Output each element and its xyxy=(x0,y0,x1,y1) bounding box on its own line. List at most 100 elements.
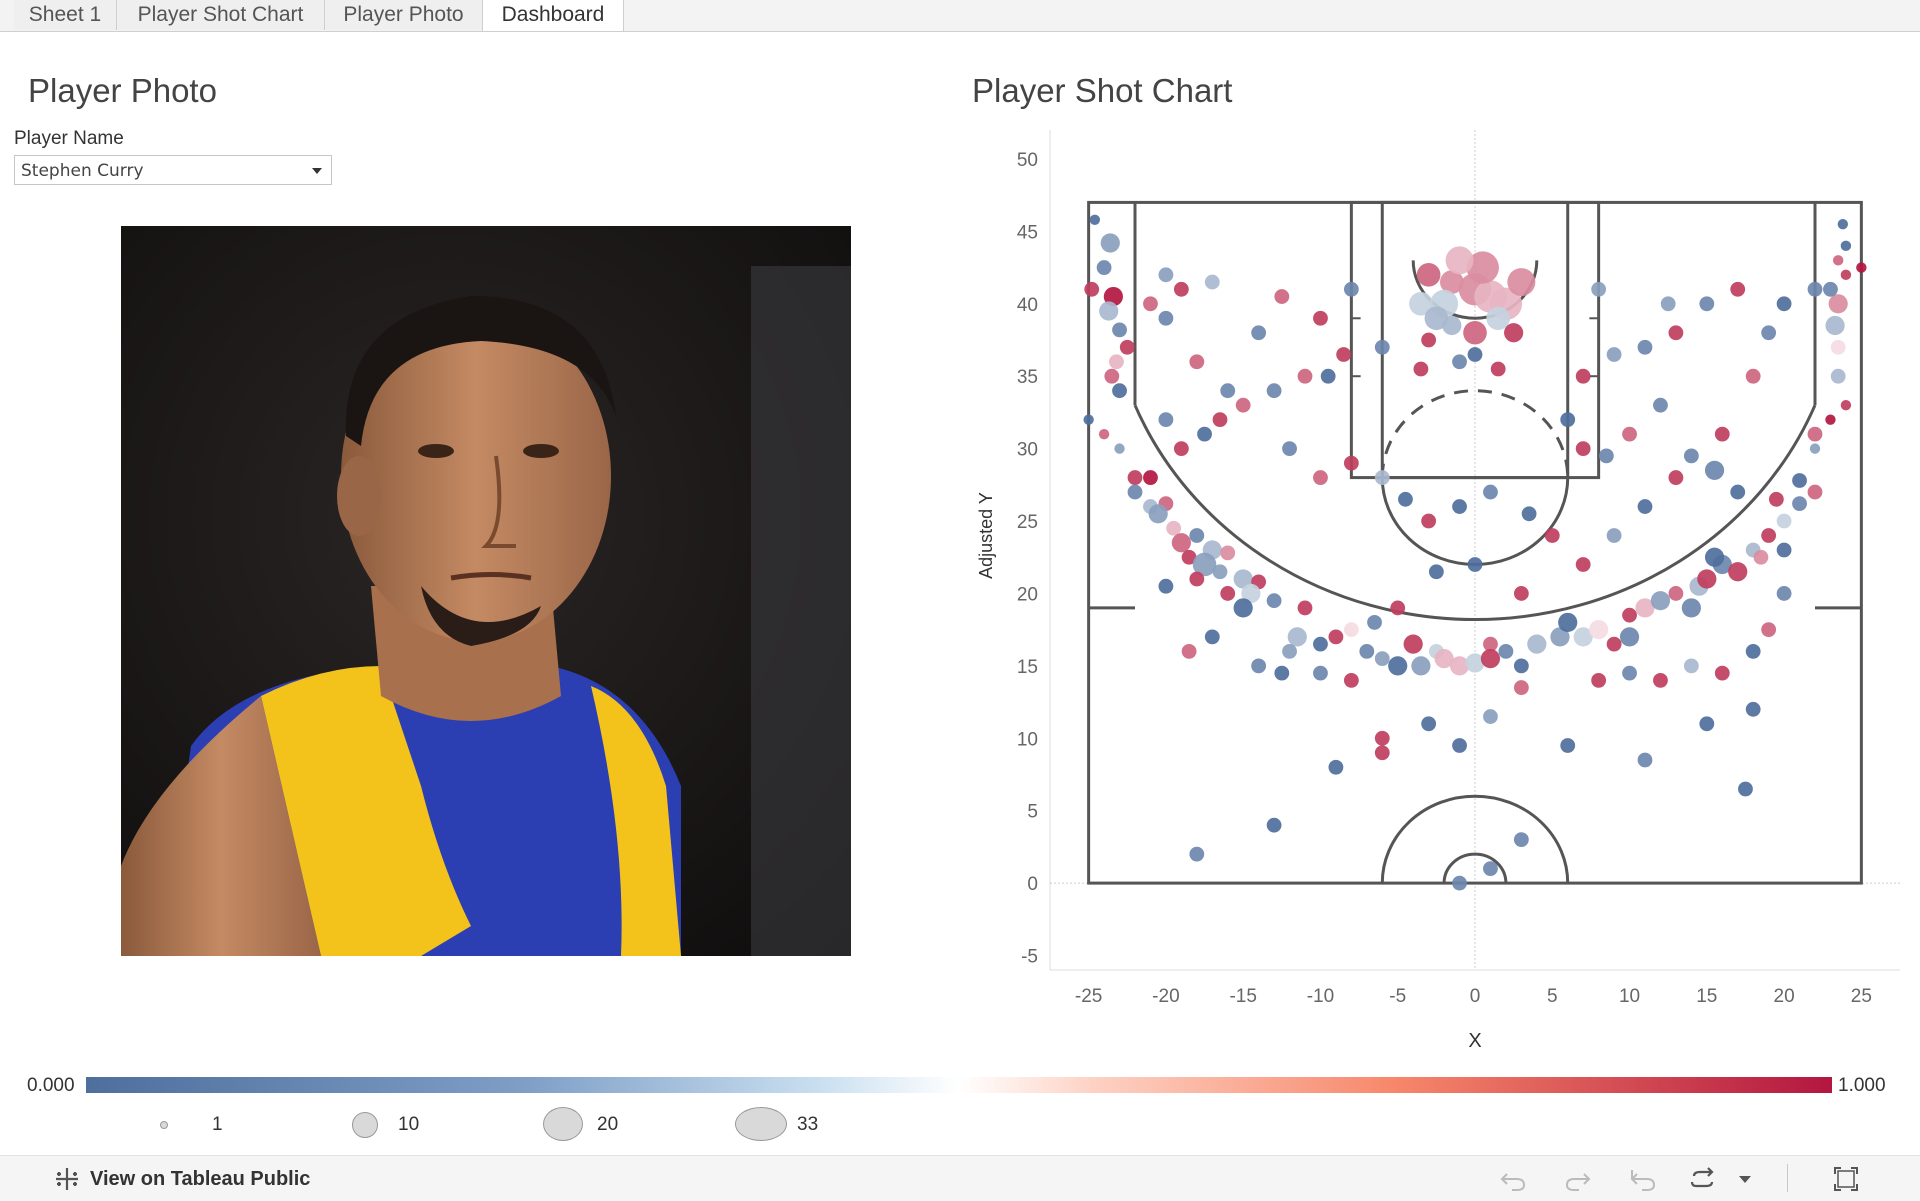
shot-point xyxy=(1809,443,1821,454)
fullscreen-icon[interactable] xyxy=(1831,1164,1861,1194)
shot-point xyxy=(1730,484,1746,500)
tableau-toolbar: View on Tableau Public xyxy=(0,1155,1920,1201)
shot-point xyxy=(1683,448,1699,464)
tab-player-shot-chart[interactable]: Player Shot Chart xyxy=(117,0,325,30)
shot-point xyxy=(1840,399,1852,411)
shot-point xyxy=(1452,354,1467,370)
shot-point xyxy=(1266,593,1282,609)
shot-point xyxy=(1189,846,1205,862)
shot-point xyxy=(1343,672,1359,688)
shot-point xyxy=(1622,607,1637,623)
shot-point xyxy=(1830,339,1846,355)
shot-point xyxy=(1598,448,1614,464)
shot-point xyxy=(1792,496,1807,512)
shot-point xyxy=(1274,289,1290,304)
shot-point xyxy=(1143,296,1158,312)
x-tick-label: 0 xyxy=(1470,986,1481,1007)
shot-point xyxy=(1730,281,1746,297)
shot-point xyxy=(1282,441,1297,457)
shot-point xyxy=(1428,564,1444,580)
shot-point xyxy=(1480,649,1501,669)
shot-point xyxy=(1336,347,1352,362)
y-tick-label: 30 xyxy=(1017,440,1038,461)
color-legend-max-label: 1.000 xyxy=(1838,1075,1886,1096)
shot-point xyxy=(1328,629,1344,645)
shot-point xyxy=(1513,832,1529,848)
y-tick-label: 40 xyxy=(1017,295,1038,316)
player-name-dropdown[interactable]: Stephen Curry xyxy=(14,155,332,185)
size-legend-circle xyxy=(543,1107,583,1141)
shot-point xyxy=(1622,426,1637,442)
shot-point xyxy=(1374,730,1390,746)
shot-point xyxy=(1776,542,1792,558)
revert-icon[interactable] xyxy=(1628,1164,1658,1194)
shot-point xyxy=(1173,441,1189,457)
shot-point xyxy=(1114,443,1125,454)
x-tick-label: 5 xyxy=(1547,986,1558,1007)
shot-point xyxy=(1119,339,1135,355)
shot-point xyxy=(1220,545,1236,561)
shot-point xyxy=(1235,397,1251,413)
shot-chart: -25 -20 -15 -10 -5 0 5 10 15 20 25 -5 0 5 10 15 20 25 30 35… xyxy=(976,130,1900,1052)
color-legend-min-label: 0.000 xyxy=(27,1075,75,1096)
shot-point xyxy=(1776,513,1792,529)
view-on-tableau-public-link[interactable]: View on Tableau Public xyxy=(90,1168,310,1191)
shot-point xyxy=(1313,636,1328,652)
redo-icon[interactable] xyxy=(1563,1164,1593,1194)
x-axis-label: X xyxy=(1468,1030,1481,1052)
y-tick-label: 20 xyxy=(1017,584,1038,605)
shot-point xyxy=(1467,347,1483,362)
y-tick-label: 45 xyxy=(1017,222,1038,243)
toolbar-divider xyxy=(1787,1164,1788,1192)
shot-point xyxy=(1660,296,1676,312)
shot-point xyxy=(1807,281,1823,297)
chevron-down-icon[interactable] xyxy=(1730,1164,1760,1194)
shot-point xyxy=(1452,499,1467,514)
refresh-icon[interactable] xyxy=(1688,1164,1718,1194)
shot-point xyxy=(1606,528,1622,543)
player-name-filter-label: Player Name xyxy=(14,128,124,149)
shot-point xyxy=(1575,557,1591,572)
tab-player-photo[interactable]: Player Photo xyxy=(325,0,483,30)
y-tick-label: 5 xyxy=(1027,802,1038,823)
shot-point xyxy=(1181,643,1197,659)
shot-point xyxy=(1761,325,1777,341)
shot-point xyxy=(1560,412,1576,428)
shot-point xyxy=(1197,426,1212,442)
shot-point xyxy=(1575,368,1591,384)
shot-point xyxy=(1467,557,1483,572)
tab-sheet-1[interactable]: Sheet 1 xyxy=(14,0,117,30)
shot-point xyxy=(1714,426,1730,442)
tab-dashboard[interactable]: Dashboard xyxy=(482,0,624,31)
shot-point xyxy=(1313,665,1328,681)
shot-point xyxy=(1544,528,1560,543)
y-tick-label: 35 xyxy=(1017,367,1038,388)
shot-point xyxy=(1650,591,1671,611)
shot-point xyxy=(1109,354,1124,370)
shot-point xyxy=(1753,549,1769,565)
size-legend-item: 20 xyxy=(543,1105,653,1145)
shot-point xyxy=(1738,781,1753,797)
y-tick-label: 15 xyxy=(1017,657,1038,678)
shot-point xyxy=(1483,484,1498,500)
size-legend-item: 1 xyxy=(150,1105,250,1145)
shot-point xyxy=(1421,332,1437,348)
shot-point xyxy=(1521,506,1537,522)
shot-point xyxy=(1714,665,1730,681)
x-tick-label: -25 xyxy=(1075,986,1102,1007)
size-legend-label: 10 xyxy=(398,1114,420,1135)
x-tick-label: 25 xyxy=(1851,986,1872,1007)
shot-point xyxy=(1513,586,1529,601)
shot-point xyxy=(1251,325,1267,341)
shot-point xyxy=(1096,260,1112,275)
color-legend-gradient xyxy=(86,1077,1832,1093)
shot-point xyxy=(1507,268,1536,297)
shot-point xyxy=(1098,428,1110,440)
shot-point xyxy=(1189,571,1205,587)
shot-point xyxy=(1204,274,1220,290)
shot-point xyxy=(1653,397,1668,413)
shot-point xyxy=(1445,246,1474,275)
undo-icon[interactable] xyxy=(1498,1164,1528,1194)
y-tick-label: 10 xyxy=(1017,729,1038,750)
shot-point xyxy=(1513,680,1529,695)
